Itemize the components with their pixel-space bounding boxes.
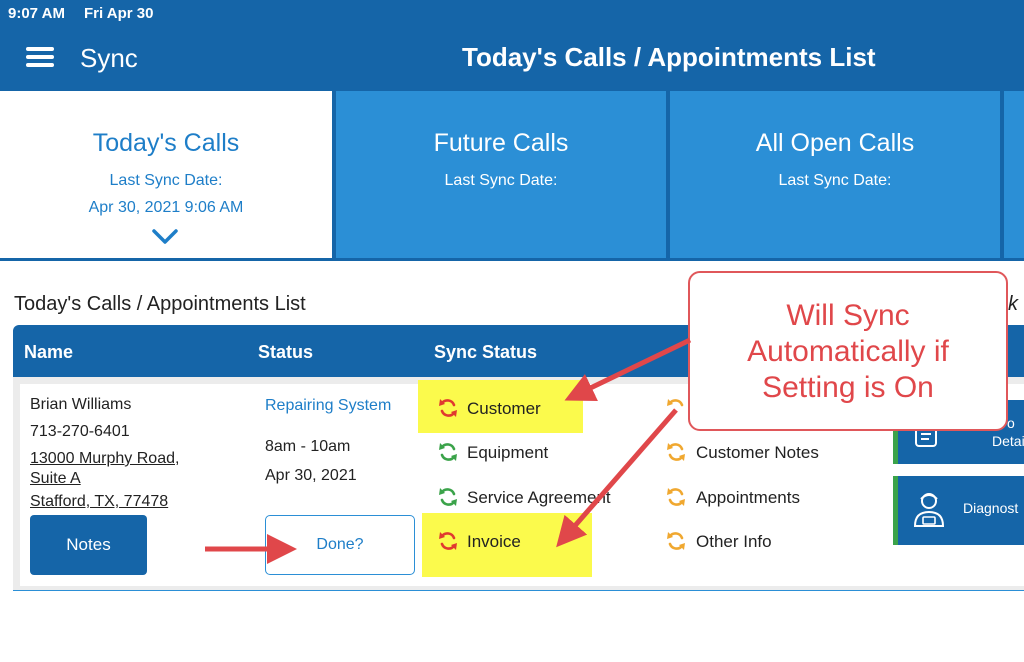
annotation-line: Automatically if [747, 335, 949, 368]
sync-item-customer: Customer [467, 399, 541, 418]
tab-sync-label: Last Sync Date: [778, 172, 892, 189]
call-time-window: 8am - 10am [265, 438, 351, 455]
customer-phone[interactable]: 713-270-6401 [30, 423, 130, 441]
column-header-sync-status: Sync Status [434, 342, 538, 362]
sync-screen: 9:07 AM Fri Apr 30 Sync Today's Calls / … [0, 0, 1024, 662]
tab-future-calls[interactable]: Future Calls Last Sync Date: [336, 91, 666, 258]
customer-address-line1[interactable]: 13000 Murphy Road, [30, 450, 179, 468]
tab-title: All Open Calls [755, 129, 915, 157]
tab-sync-label: Last Sync Date: [444, 172, 558, 189]
notes-button[interactable]: Notes [30, 515, 147, 575]
sync-in-progress-icon [667, 443, 685, 461]
sync-in-progress-icon [667, 488, 685, 506]
sync-item-customer-notes: Customer Notes [696, 443, 819, 462]
list-title-cut: k [1008, 293, 1018, 315]
sync-item-service-agreement: Service Agreement [467, 488, 611, 507]
annotation-line: Setting is On [762, 371, 934, 404]
customer-address-line3[interactable]: Stafford, TX, 77478 [30, 493, 168, 511]
done-button[interactable]: Done? [265, 515, 415, 575]
tab-all-open-calls[interactable]: All Open Calls Last Sync Date: [670, 91, 1000, 258]
chevron-down-icon [152, 229, 178, 244]
tab-sync-label: Last Sync Date: [109, 172, 223, 189]
sync-item-equipment: Equipment [467, 443, 549, 462]
screen-title: Today's Calls / Appointments List [462, 42, 876, 72]
status-date: Fri Apr 30 [84, 5, 154, 22]
call-date: Apr 30, 2021 [265, 467, 357, 484]
hamburger-menu-icon[interactable] [26, 47, 56, 69]
tab-divider [1000, 91, 1004, 258]
top-bar: 9:07 AM Fri Apr 30 Sync Today's Calls / … [0, 0, 1024, 91]
sync-item-other-info: Other Info [696, 532, 772, 551]
technician-icon [913, 493, 945, 527]
list-title: Today's Calls / Appointments List [14, 293, 306, 315]
call-status[interactable]: Repairing System [265, 397, 391, 415]
sync-item-appointments: Appointments [696, 488, 800, 507]
column-header-status: Status [258, 342, 314, 362]
sync-item-invoice: Invoice [467, 532, 521, 551]
details-button-label: o [1007, 415, 1015, 431]
status-time: 9:07 AM [8, 5, 65, 22]
sync-complete-icon [439, 488, 457, 506]
tab-todays-calls[interactable]: Today's Calls Last Sync Date: Apr 30, 20… [0, 91, 332, 258]
sync-in-progress-icon [667, 532, 685, 550]
sync-tabs: Today's Calls Last Sync Date: Apr 30, 20… [0, 91, 1024, 261]
sync-in-progress-icon [667, 399, 684, 407]
app-title: Sync [80, 43, 138, 73]
details-button-label: Detai [992, 433, 1024, 449]
tab-title: Today's Calls [92, 129, 240, 157]
sync-pending-icon [439, 532, 457, 550]
annotation-line: Will Sync [786, 299, 910, 332]
customer-name: Brian Williams [30, 396, 132, 413]
tab-sync-date: Apr 30, 2021 9:06 AM [88, 199, 244, 216]
annotation-callout: Will Sync Automatically if Setting is On [688, 271, 1008, 431]
sync-complete-icon [439, 443, 457, 461]
tab-title: Future Calls [433, 129, 569, 157]
diagnostics-button-label: Diagnost [963, 500, 1019, 516]
customer-address-line2[interactable]: Suite A [30, 470, 81, 488]
diagnostics-button[interactable]: Diagnost [893, 476, 1024, 545]
sync-pending-icon [439, 399, 457, 417]
column-header-name: Name [24, 342, 74, 362]
